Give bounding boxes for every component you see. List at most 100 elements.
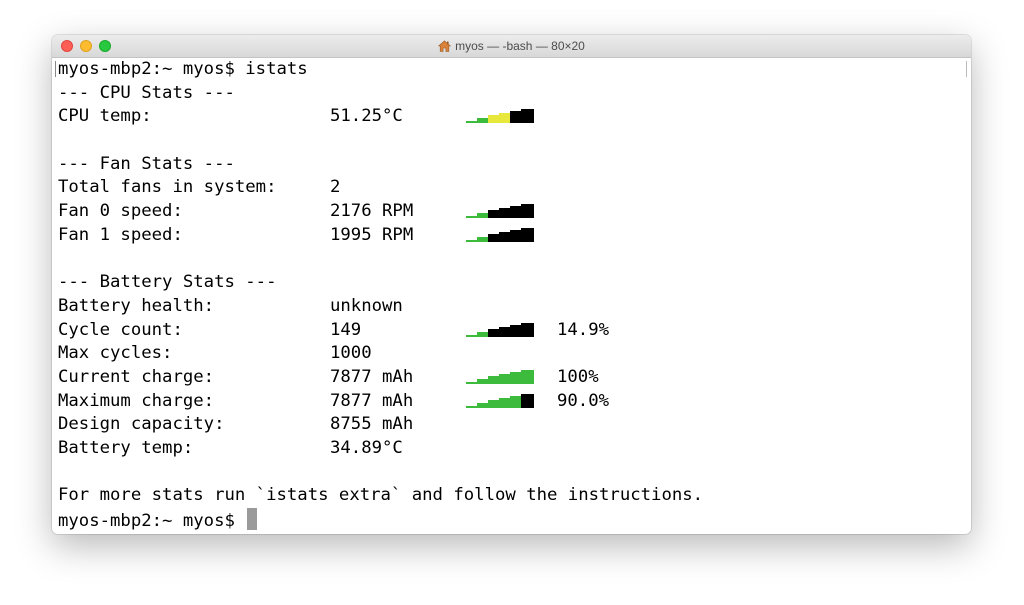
terminal-line: myos-mbp2:~ myos$ [58, 508, 971, 532]
fan0-value: 2176 RPM [330, 201, 414, 222]
bar-segment [510, 371, 521, 384]
terminal-line: Fan 1 speed: 1995 RPM [58, 224, 971, 248]
terminal-line: --- Fan Stats --- [58, 153, 971, 177]
bar-segment [499, 113, 510, 124]
window-title: myos — -bash — 80×20 [52, 39, 971, 53]
bar-segment [521, 393, 534, 408]
terminal-line: Maximum charge: 7877 mAh 90.0% [58, 390, 971, 414]
bar-segment [510, 229, 521, 242]
final-prompt: myos-mbp2:~ myos$ [58, 511, 235, 532]
battery-health-value: unknown [330, 295, 403, 316]
bar-segment [466, 381, 477, 384]
bar-segment [510, 111, 521, 124]
bar-segment [499, 231, 510, 242]
bar-segment [488, 328, 499, 337]
bar-segment [477, 331, 488, 337]
current-charge-percent: 100% [557, 366, 599, 387]
cpu-temp-bar [466, 109, 536, 124]
maximum-charge-value: 7877 mAh [330, 390, 414, 411]
bar-segment [510, 324, 521, 337]
bar-segment [499, 326, 510, 337]
window-title-text: myos — -bash — 80×20 [455, 39, 585, 53]
cpu-header: --- CPU Stats --- [58, 82, 235, 103]
terminal-line: Battery health: unknown [58, 295, 971, 319]
current-charge-label: Current charge: [58, 366, 215, 387]
bar-segment [477, 213, 488, 219]
bar-segment [499, 373, 510, 384]
design-capacity-value: 8755 mAh [330, 414, 414, 435]
terminal-window: myos — -bash — 80×20 myos-mbp2:~ myos$ i… [52, 35, 971, 534]
final-prompt-line: myos-mbp2:~ myos$ [58, 508, 257, 534]
terminal-line: Total fans in system: 2 [58, 176, 971, 200]
fan1-value: 1995 RPM [330, 224, 414, 245]
fan0-label: Fan 0 speed: [58, 201, 183, 222]
bar-segment [477, 118, 488, 124]
cpu-temp-value: 51.25°C [330, 106, 403, 127]
bar-segment [488, 210, 499, 219]
terminal-line: --- Battery Stats --- [58, 271, 971, 295]
fans-total-value: 2 [330, 177, 341, 198]
cycle-count-value: 149 [330, 319, 362, 340]
battery-temp-label: Battery temp: [58, 438, 194, 458]
cycle-count-bar [466, 322, 536, 337]
bar-segment [499, 208, 510, 219]
terminal-line: For more stats run `istats extra` and fo… [58, 484, 971, 508]
bar-segment [466, 121, 477, 124]
battery-temp-value: 34.89°C [330, 438, 403, 458]
bar-segment [521, 369, 534, 384]
terminal-line: --- CPU Stats --- [58, 82, 971, 106]
terminal-line: Current charge: 7877 mAh 100% [58, 366, 971, 390]
terminal-line: Cycle count: 149 14.9% [58, 319, 971, 343]
maximum-charge-bar [466, 393, 536, 408]
cpu-temp-label: CPU temp: [58, 106, 152, 127]
bar-segment [510, 395, 521, 408]
current-charge-bar [466, 369, 536, 384]
design-capacity-label: Design capacity: [58, 414, 225, 435]
bar-segment [488, 375, 499, 384]
text-cursor [246, 508, 257, 531]
left-margin-mark [55, 61, 56, 77]
bar-segment [466, 216, 477, 219]
bar-segment [521, 322, 534, 337]
battery-header: --- Battery Stats --- [58, 272, 277, 293]
maximum-charge-label: Maximum charge: [58, 390, 215, 411]
maximum-charge-percent: 90.0% [557, 390, 610, 411]
bar-segment [477, 402, 488, 408]
max-cycles-value: 1000 [330, 343, 372, 364]
battery-health-label: Battery health: [58, 295, 215, 316]
terminal-line: Design capacity: 8755 mAh [58, 413, 971, 437]
cycle-count-percent: 14.9% [557, 319, 610, 340]
terminal-line: Battery temp: 34.89°C [58, 437, 971, 461]
bar-segment [466, 239, 477, 242]
current-charge-value: 7877 mAh [330, 366, 414, 387]
bar-segment [488, 233, 499, 242]
bar-segment [521, 204, 534, 219]
terminal-line: Fan 0 speed: 2176 RPM [58, 200, 971, 224]
bar-segment [477, 236, 488, 242]
max-cycles-label: Max cycles: [58, 343, 173, 364]
prompt-command: myos-mbp2:~ myos$ istats [58, 59, 308, 79]
title-bar[interactable]: myos — -bash — 80×20 [52, 35, 971, 58]
bar-segment [521, 227, 534, 242]
bar-segment [521, 109, 534, 124]
bar-segment [488, 115, 499, 124]
bar-segment [499, 397, 510, 408]
terminal-line: CPU temp: 51.25°C [58, 105, 971, 129]
fan0-speed-bar [466, 204, 536, 219]
bar-segment [488, 399, 499, 408]
fan1-speed-bar [466, 227, 536, 242]
bar-segment [466, 334, 477, 337]
fans-total-label: Total fans in system: [58, 177, 277, 198]
cycle-count-label: Cycle count: [58, 319, 183, 340]
fan-header: --- Fan Stats --- [58, 153, 235, 174]
fan1-label: Fan 1 speed: [58, 224, 183, 245]
bar-segment [466, 405, 477, 408]
bar-segment [510, 206, 521, 219]
terminal-output[interactable]: myos-mbp2:~ myos$ istats --- CPU Stats -… [58, 58, 971, 534]
home-icon [438, 40, 452, 52]
terminal-line: myos-mbp2:~ myos$ istats [58, 58, 971, 82]
bar-segment [477, 378, 488, 384]
